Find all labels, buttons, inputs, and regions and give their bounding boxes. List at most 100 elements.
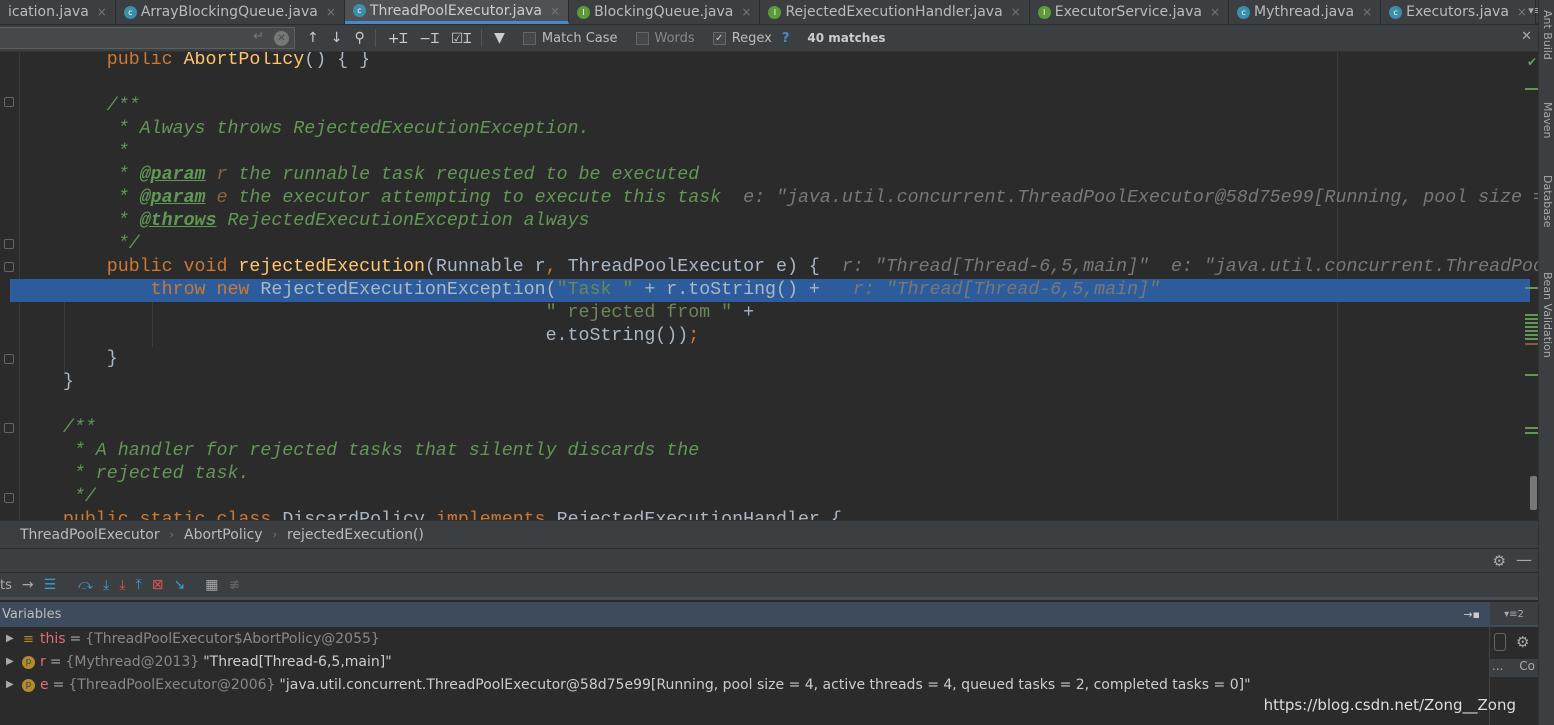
step-over-icon[interactable]: ⤼ — [78, 577, 93, 593]
code-line: * @param e the executor attempting to ex… — [19, 187, 1538, 210]
close-search-icon[interactable]: ✕ — [1521, 29, 1532, 44]
drop-frame-icon[interactable]: ⊠ — [152, 577, 164, 593]
equals-sign: = — [49, 654, 62, 670]
close-tab-icon[interactable]: × — [1011, 5, 1021, 19]
inline-debug-value: e: "java.util.concurrent.ThreadPoolExecu… — [721, 188, 1538, 208]
class-icon: c — [1389, 5, 1403, 19]
step-out-icon[interactable]: ⤒ — [136, 577, 142, 593]
regex-checkbox[interactable]: ✓ — [712, 31, 726, 45]
tab-rejectedexecutionhandler-java[interactable]: I RejectedExecutionHandler.java × — [760, 0, 1030, 24]
tab-mythread-java[interactable]: c Mythread.java × — [1229, 0, 1382, 24]
fold-marker-icon[interactable] — [4, 423, 14, 433]
code-token: rejectedExecution — [238, 257, 425, 277]
code-token: * — [19, 188, 140, 208]
fold-marker-icon[interactable] — [4, 97, 14, 107]
tab-label: ThreadPoolExecutor.java — [369, 2, 543, 19]
search-input[interactable]: ↵ ✕ — [0, 27, 295, 49]
breadcrumb-item[interactable]: ThreadPoolExecutor — [20, 527, 160, 543]
code-editor[interactable]: public AbortPolicy() { } /** * Always th… — [0, 52, 1538, 520]
fold-marker-icon[interactable] — [4, 493, 14, 503]
code-token: */ — [19, 234, 140, 254]
step-into-icon[interactable]: ⤓ — [103, 577, 109, 593]
breadcrumb-item[interactable]: AbortPolicy — [184, 527, 263, 543]
code-line: public AbortPolicy() { } — [19, 52, 1538, 72]
fold-marker-icon[interactable] — [4, 354, 14, 364]
code-line: /** — [19, 417, 1538, 440]
frames-tab-label[interactable]: ts — [0, 578, 12, 593]
regex-label[interactable]: Regex — [732, 31, 772, 46]
add-occurrence-icon[interactable]: +Ɪ — [388, 29, 408, 48]
code-token: public void — [106, 257, 239, 277]
expand-icon[interactable]: ▶ — [6, 674, 22, 696]
close-tab-icon[interactable]: × — [326, 5, 336, 19]
tool-window-database[interactable]: Database — [1541, 175, 1554, 228]
run-to-cursor-icon[interactable]: ↘ — [173, 577, 185, 593]
tab-executors-java[interactable]: c Executors.java × — [1381, 0, 1536, 24]
pin-icon[interactable]: →▪ — [1463, 602, 1480, 627]
tab-arrayblockingqueue-java[interactable]: c ArrayBlockingQueue.java × — [115, 0, 345, 24]
code-token: () { } — [304, 52, 371, 70]
variable-row[interactable]: ▶ p e = {ThreadPoolExecutor@2006} "java.util.… — [0, 674, 1489, 696]
vertical-scrollbar[interactable] — [1530, 476, 1537, 510]
code-token: public — [106, 52, 184, 70]
find-all-icon[interactable]: ⚲ — [354, 30, 364, 46]
tab-executorservice-java[interactable]: I ExecutorService.java × — [1029, 0, 1230, 24]
expand-icon[interactable]: ▶ — [6, 651, 22, 673]
code-token: + r.toString() + — [633, 280, 831, 300]
match-case-checkbox[interactable] — [522, 31, 536, 45]
class-icon: c — [123, 5, 137, 19]
code-line: * Always throws RejectedExecutionExcepti… — [19, 118, 1538, 141]
words-checkbox[interactable] — [635, 31, 649, 45]
tool-window-ant-build[interactable]: Ant Build — [1541, 10, 1554, 60]
match-count: 40 matches — [807, 31, 886, 45]
close-tab-icon[interactable]: × — [550, 4, 560, 18]
code-token: always — [512, 211, 590, 231]
clear-search-icon[interactable]: ✕ — [274, 31, 289, 46]
regex-help-link[interactable]: ? — [782, 31, 790, 46]
code-line: * @throws RejectedExecutionException alw… — [19, 210, 1538, 233]
close-tab-icon[interactable]: × — [97, 5, 107, 19]
watermark: https://blog.csdn.net/Zong__Zong — [1263, 696, 1516, 714]
tool-window-maven[interactable]: Maven — [1541, 102, 1554, 138]
code-token: RejectedExecutionHandler { — [556, 510, 842, 520]
tab-threadpoolexecutor-java[interactable]: c ThreadPoolExecutor.java × — [344, 0, 570, 24]
fold-marker-icon[interactable] — [4, 239, 14, 249]
tab-ication-java[interactable]: ication.java × — [0, 0, 116, 24]
remove-occurrence-icon[interactable]: −Ɪ — [419, 29, 439, 48]
equals-sign: = — [69, 631, 82, 647]
breadcrumb-item[interactable]: rejectedExecution() — [287, 527, 424, 543]
expand-icon[interactable]: ▶ — [6, 628, 22, 650]
error-stripe[interactable] — [1524, 52, 1538, 520]
minimize-icon[interactable]: — — [1516, 550, 1532, 569]
force-step-into-icon[interactable]: ⤓ — [119, 577, 125, 593]
variable-row[interactable]: ▶ ≡ this = {ThreadPoolExecutor$AbortPolicy@2… — [0, 628, 1489, 650]
close-tab-icon[interactable]: × — [1517, 5, 1527, 19]
equals-sign: = — [52, 677, 65, 693]
chevron-right-icon: › — [169, 528, 175, 541]
close-tab-icon[interactable]: × — [741, 5, 751, 19]
close-tab-icon[interactable]: × — [1362, 5, 1372, 19]
gear-icon[interactable]: ⚙ — [1516, 633, 1529, 651]
restore-layout-icon[interactable]: → — [22, 577, 34, 593]
next-occurrence-icon[interactable]: ↓ — [331, 30, 343, 46]
variables-title: Variables — [2, 607, 62, 622]
evaluate-expression-icon[interactable]: ▦ — [205, 577, 218, 593]
words-label[interactable]: Words — [655, 31, 695, 46]
filter-icon[interactable]: ▼ — [494, 30, 505, 46]
variable-row[interactable]: ▶ p r = {Mythread@2013} "Thread[Thread-6,5,ma… — [0, 651, 1489, 673]
watches-header[interactable]: ▾≡2 — [1490, 602, 1538, 627]
search-icon[interactable] — [1494, 633, 1506, 651]
show-execution-point-icon[interactable]: ☰ — [44, 577, 57, 593]
select-all-occurrences-icon[interactable]: ☑Ɪ — [451, 29, 471, 48]
gear-icon[interactable]: ⚙ — [1493, 552, 1506, 570]
code-line: * A handler for rejected tasks that sile… — [19, 440, 1538, 463]
tab-blockingqueue-java[interactable]: I BlockingQueue.java × — [569, 0, 761, 24]
code-token: + — [732, 303, 755, 323]
fold-marker-icon[interactable] — [4, 262, 14, 272]
match-case-label[interactable]: Match Case — [542, 31, 618, 46]
previous-occurrence-icon[interactable]: ↑ — [307, 30, 319, 46]
tool-window-bean-validation[interactable]: Bean Validation — [1541, 272, 1554, 358]
close-tab-icon[interactable]: × — [1210, 5, 1220, 19]
